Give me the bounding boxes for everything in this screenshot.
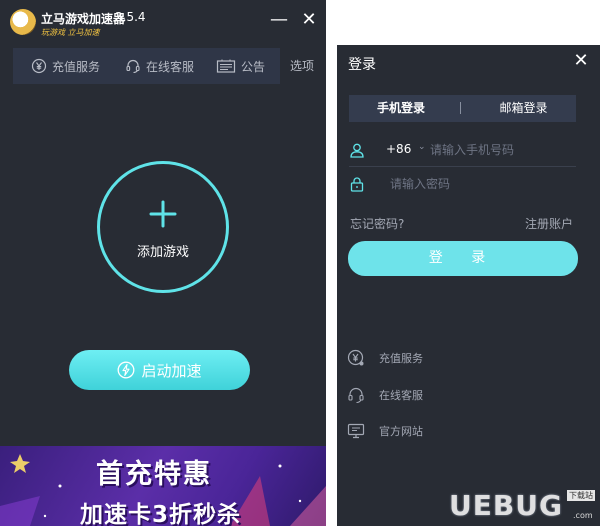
watermark-domain: .com bbox=[573, 511, 593, 520]
password-field bbox=[349, 170, 576, 198]
tab-email-login[interactable]: 邮箱登录 bbox=[471, 95, 576, 122]
options-menu[interactable]: 选项 bbox=[290, 57, 314, 74]
forgot-password-link[interactable]: 忘记密码? bbox=[350, 215, 404, 232]
announcement-icon bbox=[216, 59, 236, 73]
yen-circle-icon bbox=[31, 58, 47, 74]
site-watermark: UEBUG 下载站 .com bbox=[449, 487, 599, 522]
monitor-icon bbox=[347, 423, 365, 439]
phone-field-underline bbox=[349, 166, 576, 167]
app-name: 立马游戏加速器 bbox=[41, 12, 126, 26]
banner-subheadline: 加速卡3折秒杀 bbox=[80, 502, 242, 526]
link-recharge-label: 充值服务 bbox=[379, 352, 423, 365]
lock-icon bbox=[350, 177, 364, 192]
add-game-label: 添加游戏 bbox=[136, 245, 189, 260]
main-window: 立马游戏加速器 3.5.4 玩游戏 立马加速 — ✕ 充值服务 在线客服 公告 … bbox=[0, 0, 326, 526]
login-button[interactable]: 登 录 bbox=[348, 241, 578, 276]
app-logo bbox=[10, 9, 36, 35]
headset-icon bbox=[348, 387, 364, 404]
link-online-service-label: 在线客服 bbox=[379, 389, 423, 402]
lightning-icon bbox=[118, 361, 135, 379]
login-title: 登录 bbox=[348, 57, 376, 73]
watermark-logo-text: UEBUG bbox=[449, 489, 563, 522]
user-icon bbox=[350, 143, 364, 158]
link-online-service[interactable]: 在线客服 bbox=[347, 385, 423, 405]
nav-item-label: 公告 bbox=[241, 59, 266, 74]
login-close-button[interactable]: ✕ bbox=[572, 51, 590, 71]
nav-item-announcement[interactable]: 公告 bbox=[216, 48, 265, 84]
phone-input[interactable] bbox=[430, 140, 576, 160]
yen-circle-icon bbox=[347, 349, 364, 366]
start-acceleration-button[interactable]: 启动加速 bbox=[69, 350, 250, 390]
password-input[interactable] bbox=[390, 174, 576, 194]
chevron-down-icon[interactable]: ⌄ bbox=[418, 142, 426, 152]
link-recharge[interactable]: 充值服务 bbox=[347, 348, 423, 368]
nav-item-label: 在线客服 bbox=[146, 59, 195, 74]
start-acceleration-label: 启动加速 bbox=[141, 361, 202, 380]
country-code-select[interactable]: +86 bbox=[386, 142, 411, 156]
app-slogan: 玩游戏 立马加速 bbox=[41, 28, 100, 37]
close-button[interactable]: ✕ bbox=[300, 10, 318, 30]
plus-glyph bbox=[149, 200, 177, 228]
link-official-website-label: 官方网站 bbox=[379, 425, 423, 438]
headset-icon bbox=[126, 59, 140, 74]
nav-item-label: 充值服务 bbox=[52, 59, 101, 74]
link-official-website[interactable]: 官方网站 bbox=[347, 421, 423, 441]
nav-item-recharge[interactable]: 充值服务 bbox=[31, 48, 100, 84]
tab-divider bbox=[460, 102, 461, 114]
login-tabs: 手机登录 邮箱登录 bbox=[349, 95, 576, 122]
top-nav: 充值服务 在线客服 公告 bbox=[13, 48, 280, 84]
watermark-tag: 下载站 bbox=[567, 490, 595, 501]
login-panel: 登录 ✕ 手机登录 邮箱登录 +86 ⌄ 忘记密码? 注册账户 登 录 充值服务 bbox=[337, 45, 600, 526]
nav-item-service[interactable]: 在线客服 bbox=[125, 48, 194, 84]
banner-headline: 首充特惠 bbox=[96, 459, 212, 490]
promo-banner[interactable]: 首充特惠 加速卡3折秒杀 bbox=[0, 446, 326, 526]
minimize-button[interactable]: — bbox=[270, 11, 288, 31]
title-bar[interactable]: 立马游戏加速器 3.5.4 玩游戏 立马加速 — ✕ bbox=[0, 0, 326, 44]
phone-field: +86 ⌄ bbox=[349, 136, 576, 164]
plus-icon bbox=[100, 200, 226, 232]
register-link[interactable]: 注册账户 bbox=[525, 215, 573, 232]
tab-phone-login[interactable]: 手机登录 bbox=[349, 95, 453, 122]
add-game-button[interactable]: 添加游戏 bbox=[97, 161, 229, 293]
app-version: 3.5.4 bbox=[115, 10, 146, 24]
